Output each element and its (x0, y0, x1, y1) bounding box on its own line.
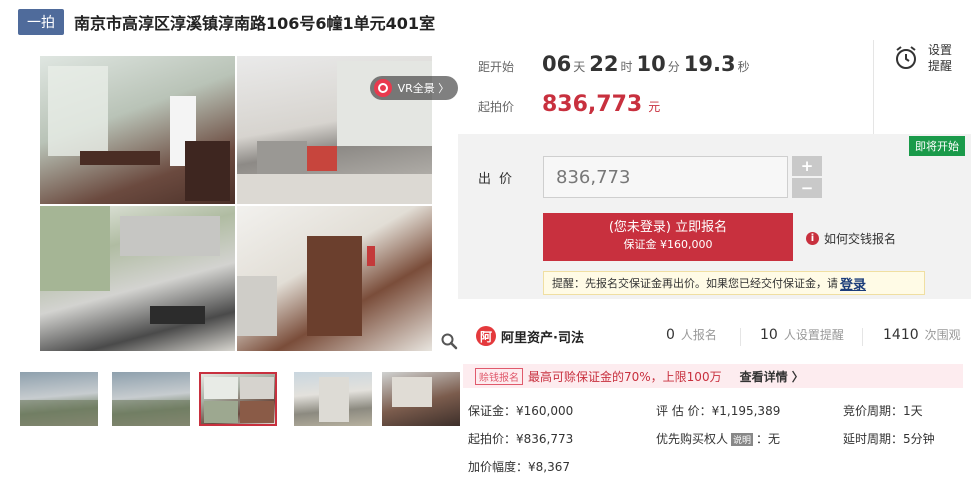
views-label: 次围观 (924, 328, 961, 342)
thumbnail-1[interactable] (20, 372, 98, 426)
priority-buyer-info: 优先购买权人 说明 ：无 (656, 430, 780, 447)
countdown-seconds-unit: 秒 (737, 60, 750, 74)
deposit-loan-promo: 赊钱报名 最高可赊保证金的70%，上限100万 查看详情 〉 (463, 364, 963, 388)
set-reminder-button[interactable]: 设置 提醒 (894, 42, 952, 74)
countdown-minutes: 10 (636, 52, 666, 76)
start-price-info: 起拍价：¥836,773 (468, 432, 574, 446)
auction-round-tag: 一拍 (18, 9, 64, 35)
views-stat: 1410 次围观 (883, 326, 961, 343)
vr-tour-label: VR全景 〉 (397, 82, 450, 95)
bid-amount-input[interactable] (543, 156, 788, 198)
countdown-seconds: 19.3 (683, 52, 736, 76)
start-price-row: 起拍价 836,773 元 (478, 92, 660, 117)
start-price-label: 起拍价 (478, 100, 515, 114)
photo-gallery[interactable]: VR全景 〉 (18, 56, 458, 354)
gallery-photo-living-room[interactable] (237, 206, 432, 351)
reminder-panel: 设置 提醒 (873, 40, 971, 134)
divider (740, 328, 741, 346)
registered-stat: 0 人报名 (666, 326, 717, 343)
cycle-info: 竞价周期：1天 (843, 404, 923, 418)
thumbnail-2[interactable] (112, 372, 190, 426)
how-to-pay-label: 如何交钱报名 (824, 232, 897, 246)
info-icon: i (806, 232, 819, 245)
countdown-label: 距开始 (478, 60, 515, 74)
countdown-minutes-unit: 分 (667, 60, 680, 74)
countdown-hours: 22 (589, 52, 619, 76)
listing-title-bar: 一拍 南京市高淳区淳溪镇淳南路106号6幢1单元401室 (18, 8, 435, 36)
deposit-info: 保证金：¥160,000 (468, 404, 574, 418)
start-price-unit: 元 (648, 100, 661, 114)
status-badge: 即将开始 (909, 136, 965, 156)
bid-stepper: + − (792, 156, 822, 200)
register-now-button[interactable]: (您未登录) 立即报名 保证金 ¥160,000 (543, 213, 793, 261)
view-details-link[interactable]: 查看详情 〉 (740, 368, 804, 385)
bid-label: 出价 (478, 172, 521, 187)
ali-logo-icon: 阿 (476, 326, 496, 346)
thumbnail-5[interactable] (382, 372, 460, 426)
countdown-hours-unit: 时 (620, 60, 633, 74)
register-deposit-label: 保证金 ¥160,000 (623, 238, 713, 251)
alarm-clock-icon (896, 46, 916, 69)
start-price-value: 836,773 (542, 92, 643, 117)
ali-asset-logo: 阿 阿里资产·司法 (476, 326, 584, 346)
registered-label: 人报名 (680, 328, 717, 342)
listing-title: 南京市高淳区淳溪镇淳南路106号6幢1单元401室 (74, 14, 436, 33)
priority-label: 优先购买权人 (656, 432, 729, 446)
decrease-bid-button[interactable]: − (792, 178, 822, 198)
thumbnail-strip (18, 372, 460, 428)
stats-row: 阿 阿里资产·司法 0 人报名 10 人设置提醒 1410 次围观 (458, 312, 971, 360)
priority-value: ：无 (756, 432, 781, 446)
increment-info: 加价幅度：¥8,367 (468, 460, 570, 474)
increase-bid-button[interactable]: + (792, 156, 822, 176)
extension-info: 延时周期：5分钟 (843, 432, 935, 446)
register-button-label: (您未登录) 立即报名 (608, 220, 728, 235)
promo-text: 最高可赊保证金的70%，上限100万 (528, 369, 722, 384)
gallery-photo-dining-room[interactable] (40, 56, 235, 204)
gallery-photo-stove[interactable] (40, 206, 235, 351)
login-link[interactable]: 登录 (840, 274, 866, 293)
divider (862, 328, 863, 346)
vr-tour-button[interactable]: VR全景 〉 (370, 76, 458, 100)
countdown: 距开始 06 天 22 时 10 分 19.3 秒 (478, 52, 754, 76)
reminders-label: 人设置提醒 (783, 328, 844, 342)
reminder-line-2: 提醒 (928, 59, 953, 73)
bid-section: 即将开始 出价 + − (您未登录) 立即报名 保证金 ¥160,000 i 如… (458, 134, 971, 299)
tip-text: 提醒：先报名交保证金再出价。如果您已经交付保证金，请 (552, 277, 838, 290)
login-tip-bar: 提醒：先报名交保证金再出价。如果您已经交付保证金，请 登录 (543, 271, 925, 295)
appraisal-info: 评 估 价：¥1,195,389 (656, 404, 781, 418)
reminders-stat: 10 人设置提醒 (760, 326, 844, 343)
how-to-pay-link[interactable]: i 如何交钱报名 (806, 230, 896, 247)
zoom-icon[interactable] (440, 332, 458, 350)
promo-tag: 赊钱报名 (475, 367, 523, 385)
platform-name: 阿里资产·司法 (501, 330, 584, 346)
thumbnail-4[interactable] (294, 372, 372, 426)
countdown-days: 06 (542, 52, 572, 76)
priority-help-badge[interactable]: 说明 (731, 433, 754, 446)
countdown-days-unit: 天 (573, 60, 586, 74)
reminders-count: 10 (760, 327, 778, 343)
vr-icon (374, 79, 392, 97)
registered-count: 0 (666, 327, 675, 343)
thumbnail-3-selected[interactable] (199, 372, 277, 426)
reminder-line-1: 设置 (928, 43, 953, 57)
views-count: 1410 (883, 327, 919, 343)
